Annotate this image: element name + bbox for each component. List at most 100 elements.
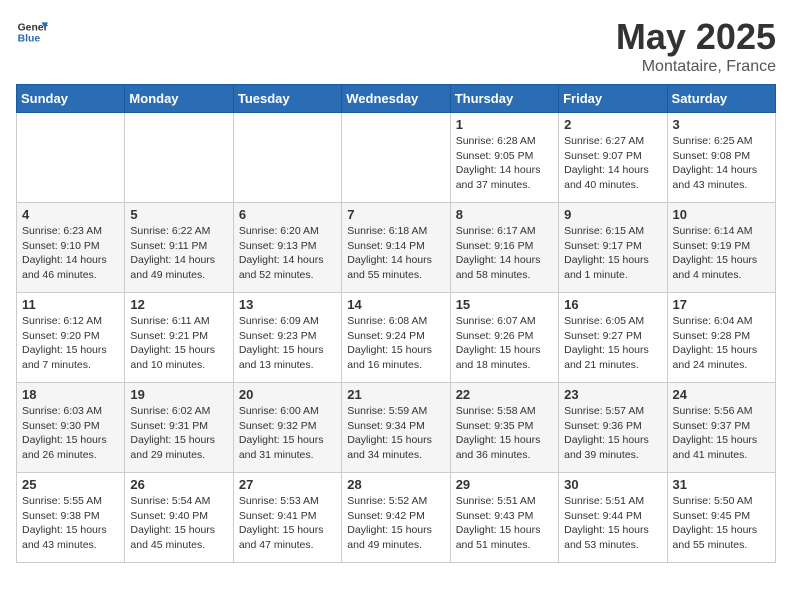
day-info: Sunrise: 6:04 AM Sunset: 9:28 PM Dayligh… bbox=[673, 314, 770, 373]
calendar-subtitle: Montataire, France bbox=[616, 58, 776, 76]
calendar-cell: 29 Sunrise: 5:51 AM Sunset: 9:43 PM Dayli… bbox=[450, 473, 558, 563]
calendar-title: May 2025 bbox=[616, 16, 776, 58]
header-saturday: Saturday bbox=[667, 85, 775, 113]
day-number: 29 bbox=[456, 477, 553, 492]
calendar-cell: 4 Sunrise: 6:23 AM Sunset: 9:10 PM Daylig… bbox=[17, 203, 125, 293]
calendar-cell: 1 Sunrise: 6:28 AM Sunset: 9:05 PM Daylig… bbox=[450, 113, 558, 203]
calendar-cell: 12 Sunrise: 6:11 AM Sunset: 9:21 PM Dayli… bbox=[125, 293, 233, 383]
day-number: 1 bbox=[456, 117, 553, 132]
header-wednesday: Wednesday bbox=[342, 85, 450, 113]
day-number: 31 bbox=[673, 477, 770, 492]
calendar-cell: 2 Sunrise: 6:27 AM Sunset: 9:07 PM Daylig… bbox=[559, 113, 667, 203]
calendar-cell: 25Sunrise: 5:55 AM Sunset: 9:38 PM Dayli… bbox=[17, 473, 125, 563]
day-info: Sunrise: 6:11 AM Sunset: 9:21 PM Dayligh… bbox=[130, 314, 227, 373]
calendar-cell: 3 Sunrise: 6:25 AM Sunset: 9:08 PM Daylig… bbox=[667, 113, 775, 203]
day-number: 5 bbox=[130, 207, 227, 222]
day-info: Sunrise: 6:14 AM Sunset: 9:19 PM Dayligh… bbox=[673, 224, 770, 283]
calendar-cell: 20 Sunrise: 6:00 AM Sunset: 9:32 PM Dayli… bbox=[233, 383, 341, 473]
header-row: Sunday Monday Tuesday Wednesday Thursday… bbox=[17, 85, 776, 113]
day-number: 19 bbox=[130, 387, 227, 402]
calendar-cell: 27 Sunrise: 5:53 AM Sunset: 9:41 PM Dayli… bbox=[233, 473, 341, 563]
day-info: Sunrise: 5:54 AM Sunset: 9:40 PM Dayligh… bbox=[130, 494, 227, 553]
day-number: 27 bbox=[239, 477, 336, 492]
day-number: 4 bbox=[22, 207, 119, 222]
week-row-3: 11 Sunrise: 6:12 AM Sunset: 9:20 PM Dayli… bbox=[17, 293, 776, 383]
calendar-cell bbox=[342, 113, 450, 203]
calendar-cell: 6Sunrise: 6:20 AM Sunset: 9:13 PM Daylig… bbox=[233, 203, 341, 293]
calendar-cell: 15 Sunrise: 6:07 AM Sunset: 9:26 PM Dayli… bbox=[450, 293, 558, 383]
calendar-cell: 31 Sunrise: 5:50 AM Sunset: 9:45 PM Dayli… bbox=[667, 473, 775, 563]
header-tuesday: Tuesday bbox=[233, 85, 341, 113]
svg-text:Blue: Blue bbox=[18, 34, 41, 45]
day-info: Sunrise: 5:51 AM Sunset: 9:44 PM Dayligh… bbox=[564, 494, 661, 553]
day-info: Sunrise: 6:15 AM Sunset: 9:17 PM Dayligh… bbox=[564, 224, 661, 283]
day-number: 30 bbox=[564, 477, 661, 492]
calendar-cell: 26 Sunrise: 5:54 AM Sunset: 9:40 PM Dayli… bbox=[125, 473, 233, 563]
calendar-cell bbox=[125, 113, 233, 203]
day-number: 16 bbox=[564, 297, 661, 312]
calendar-cell bbox=[17, 113, 125, 203]
day-info: Sunrise: 5:58 AM Sunset: 9:35 PM Dayligh… bbox=[456, 404, 553, 463]
day-number: 26 bbox=[130, 477, 227, 492]
day-info: Sunrise: 5:50 AM Sunset: 9:45 PM Dayligh… bbox=[673, 494, 770, 553]
page-header: General Blue May 2025 Montataire, France bbox=[16, 16, 776, 76]
calendar-cell: 23Sunrise: 5:57 AM Sunset: 9:36 PM Dayli… bbox=[559, 383, 667, 473]
logo: General Blue bbox=[16, 16, 48, 48]
day-info: Sunrise: 6:27 AM Sunset: 9:07 PM Dayligh… bbox=[564, 134, 661, 193]
calendar-cell: 10 Sunrise: 6:14 AM Sunset: 9:19 PM Dayli… bbox=[667, 203, 775, 293]
header-sunday: Sunday bbox=[17, 85, 125, 113]
header-thursday: Thursday bbox=[450, 85, 558, 113]
calendar-cell: 11 Sunrise: 6:12 AM Sunset: 9:20 PM Dayli… bbox=[17, 293, 125, 383]
day-info: Sunrise: 6:12 AM Sunset: 9:20 PM Dayligh… bbox=[22, 314, 119, 373]
day-info: Sunrise: 5:51 AM Sunset: 9:43 PM Dayligh… bbox=[456, 494, 553, 553]
calendar-cell: 5 Sunrise: 6:22 AM Sunset: 9:11 PM Daylig… bbox=[125, 203, 233, 293]
day-info: Sunrise: 5:53 AM Sunset: 9:41 PM Dayligh… bbox=[239, 494, 336, 553]
day-number: 24 bbox=[673, 387, 770, 402]
day-info: Sunrise: 6:25 AM Sunset: 9:08 PM Dayligh… bbox=[673, 134, 770, 193]
day-info: Sunrise: 6:00 AM Sunset: 9:32 PM Dayligh… bbox=[239, 404, 336, 463]
day-number: 14 bbox=[347, 297, 444, 312]
day-info: Sunrise: 6:22 AM Sunset: 9:11 PM Dayligh… bbox=[130, 224, 227, 283]
calendar-cell: 19Sunrise: 6:02 AM Sunset: 9:31 PM Dayli… bbox=[125, 383, 233, 473]
calendar-cell: 16 Sunrise: 6:05 AM Sunset: 9:27 PM Dayli… bbox=[559, 293, 667, 383]
day-info: Sunrise: 6:23 AM Sunset: 9:10 PM Dayligh… bbox=[22, 224, 119, 283]
calendar-cell: 7 Sunrise: 6:18 AM Sunset: 9:14 PM Daylig… bbox=[342, 203, 450, 293]
day-number: 7 bbox=[347, 207, 444, 222]
day-info: Sunrise: 6:05 AM Sunset: 9:27 PM Dayligh… bbox=[564, 314, 661, 373]
day-info: Sunrise: 6:17 AM Sunset: 9:16 PM Dayligh… bbox=[456, 224, 553, 283]
calendar-cell: 17Sunrise: 6:04 AM Sunset: 9:28 PM Dayli… bbox=[667, 293, 775, 383]
calendar-cell: 28 Sunrise: 5:52 AM Sunset: 9:42 PM Dayli… bbox=[342, 473, 450, 563]
day-number: 10 bbox=[673, 207, 770, 222]
calendar-cell bbox=[233, 113, 341, 203]
day-number: 12 bbox=[130, 297, 227, 312]
day-info: Sunrise: 6:20 AM Sunset: 9:13 PM Dayligh… bbox=[239, 224, 336, 283]
day-info: Sunrise: 5:56 AM Sunset: 9:37 PM Dayligh… bbox=[673, 404, 770, 463]
day-number: 20 bbox=[239, 387, 336, 402]
calendar-cell: 8Sunrise: 6:17 AM Sunset: 9:16 PM Daylig… bbox=[450, 203, 558, 293]
week-row-1: 1 Sunrise: 6:28 AM Sunset: 9:05 PM Daylig… bbox=[17, 113, 776, 203]
day-number: 21 bbox=[347, 387, 444, 402]
day-number: 15 bbox=[456, 297, 553, 312]
day-number: 11 bbox=[22, 297, 119, 312]
calendar-cell: 13Sunrise: 6:09 AM Sunset: 9:23 PM Dayli… bbox=[233, 293, 341, 383]
day-info: Sunrise: 6:08 AM Sunset: 9:24 PM Dayligh… bbox=[347, 314, 444, 373]
logo-icon: General Blue bbox=[16, 16, 48, 48]
day-info: Sunrise: 6:09 AM Sunset: 9:23 PM Dayligh… bbox=[239, 314, 336, 373]
day-info: Sunrise: 6:28 AM Sunset: 9:05 PM Dayligh… bbox=[456, 134, 553, 193]
week-row-2: 4 Sunrise: 6:23 AM Sunset: 9:10 PM Daylig… bbox=[17, 203, 776, 293]
calendar-cell: 22 Sunrise: 5:58 AM Sunset: 9:35 PM Dayli… bbox=[450, 383, 558, 473]
day-info: Sunrise: 5:59 AM Sunset: 9:34 PM Dayligh… bbox=[347, 404, 444, 463]
day-info: Sunrise: 5:57 AM Sunset: 9:36 PM Dayligh… bbox=[564, 404, 661, 463]
day-info: Sunrise: 6:07 AM Sunset: 9:26 PM Dayligh… bbox=[456, 314, 553, 373]
day-info: Sunrise: 6:18 AM Sunset: 9:14 PM Dayligh… bbox=[347, 224, 444, 283]
header-monday: Monday bbox=[125, 85, 233, 113]
calendar-cell: 21 Sunrise: 5:59 AM Sunset: 9:34 PM Dayli… bbox=[342, 383, 450, 473]
calendar-cell: 18Sunrise: 6:03 AM Sunset: 9:30 PM Dayli… bbox=[17, 383, 125, 473]
day-number: 2 bbox=[564, 117, 661, 132]
calendar-table: Sunday Monday Tuesday Wednesday Thursday… bbox=[16, 84, 776, 563]
day-info: Sunrise: 5:52 AM Sunset: 9:42 PM Dayligh… bbox=[347, 494, 444, 553]
day-number: 22 bbox=[456, 387, 553, 402]
day-number: 18 bbox=[22, 387, 119, 402]
day-number: 3 bbox=[673, 117, 770, 132]
day-number: 28 bbox=[347, 477, 444, 492]
